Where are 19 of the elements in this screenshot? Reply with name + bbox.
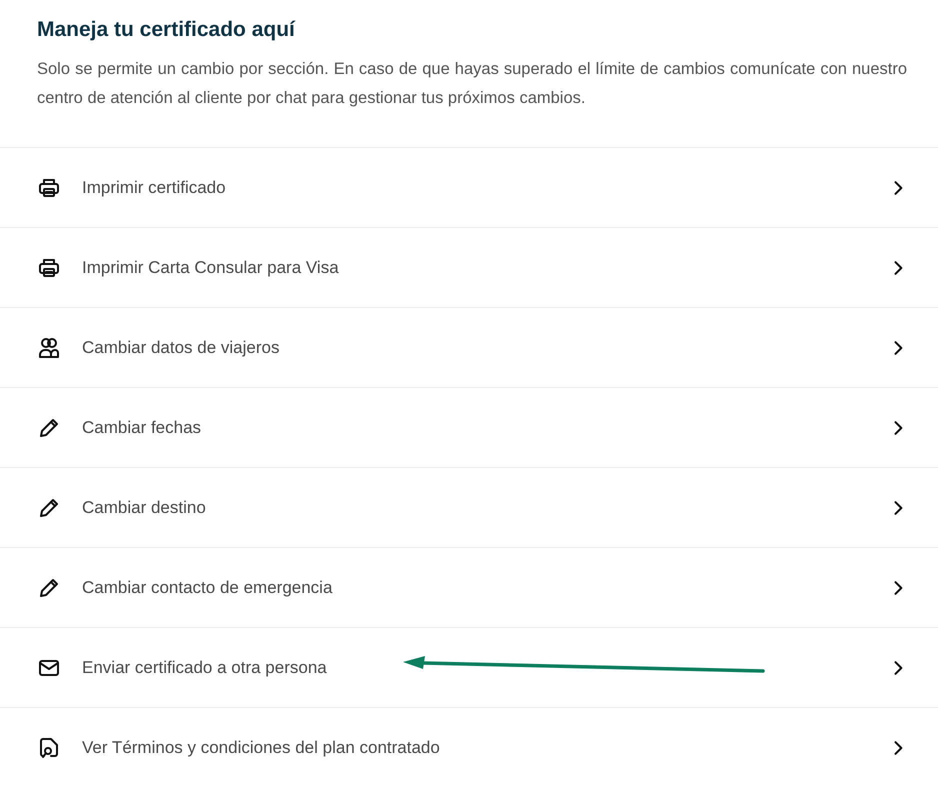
option-label: Cambiar contacto de emergencia <box>82 578 332 598</box>
people-icon <box>37 336 61 360</box>
option-row[interactable]: Cambiar fechas <box>0 387 938 467</box>
option-label: Enviar certificado a otra persona <box>82 658 327 678</box>
description-text: Solo se permite un cambio por sección. En caso de que hayas superado el límite de cambios comunícate con nuestro centro de atención al cliente por chat para gestionar tus próximos cambios. <box>37 59 907 109</box>
option-row[interactable]: Cambiar contacto de emergencia <box>0 547 938 627</box>
option-row[interactable]: Imprimir certificado <box>0 147 938 227</box>
option-row[interactable]: Cambiar datos de viajeros <box>0 307 938 387</box>
document-icon <box>37 736 61 760</box>
option-label: Cambiar destino <box>82 498 206 518</box>
option-row[interactable]: Cambiar destino <box>0 467 938 547</box>
option-row[interactable]: Imprimir Carta Consular para Visa <box>0 227 938 307</box>
option-label: Ver Términos y condiciones del plan contratado <box>82 738 440 758</box>
option-label: Imprimir certificado <box>82 178 226 198</box>
option-label: Cambiar datos de viajeros <box>82 338 280 358</box>
option-label: Imprimir Carta Consular para Visa <box>82 258 339 278</box>
option-label: Cambiar fechas <box>82 418 202 438</box>
section-title: Maneja tu certificado aquí <box>37 18 296 42</box>
option-row[interactable]: Ver Términos y condiciones del plan contratado <box>0 707 938 787</box>
